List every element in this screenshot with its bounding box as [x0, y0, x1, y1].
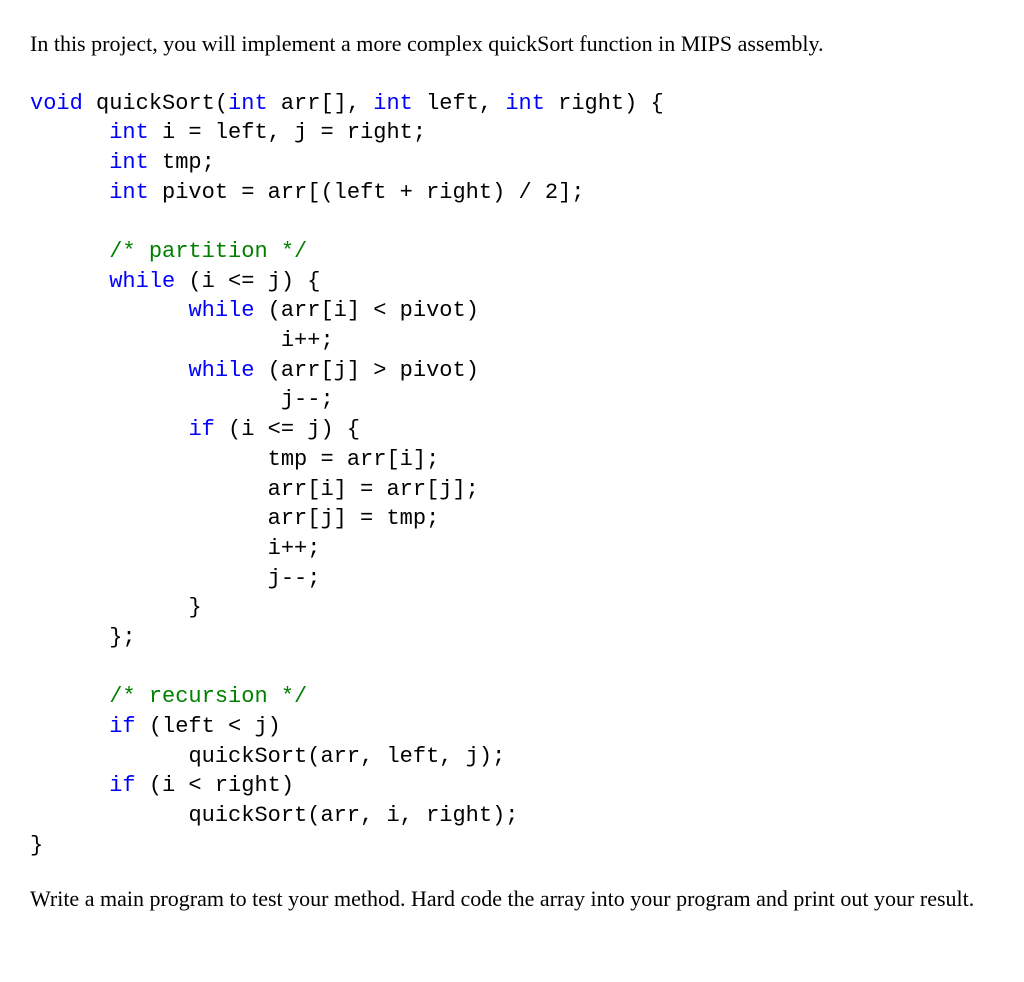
code-line-13: tmp = arr[i]; — [30, 447, 439, 472]
code-text: right) { — [545, 91, 664, 116]
code-text: j--; — [281, 387, 334, 412]
indent — [30, 269, 109, 294]
code-text: tmp; — [149, 150, 215, 175]
code-text: (arr[j] > pivot) — [254, 358, 478, 383]
code-text: arr[i] = arr[j]; — [268, 477, 479, 502]
indent — [30, 536, 268, 561]
indent — [30, 714, 109, 739]
keyword-if: if — [188, 417, 214, 442]
code-text: arr[], — [268, 91, 374, 116]
indent — [30, 239, 109, 264]
code-line-03: int tmp; — [30, 150, 215, 175]
keyword-int: int — [109, 180, 149, 205]
keyword-int: int — [109, 120, 149, 145]
code-text: (i < right) — [136, 773, 294, 798]
code-line-09: i++; — [30, 328, 334, 353]
code-line-10: while (arr[j] > pivot) — [30, 358, 479, 383]
keyword-int: int — [505, 91, 545, 116]
code-line-25: quickSort(arr, i, right); — [30, 803, 519, 828]
code-text: quickSort(arr, i, right); — [188, 803, 518, 828]
code-line-01: void quickSort(int arr[], int left, int … — [30, 91, 664, 116]
code-line-14: arr[i] = arr[j]; — [30, 477, 479, 502]
code-text: pivot = arr[(left + right) / 2]; — [149, 180, 585, 205]
code-line-23: quickSort(arr, left, j); — [30, 744, 505, 769]
code-text: }; — [109, 625, 135, 650]
code-line-24: if (i < right) — [30, 773, 294, 798]
indent — [30, 684, 109, 709]
indent — [30, 803, 188, 828]
indent — [30, 328, 281, 353]
indent — [30, 506, 268, 531]
code-line-16: i++; — [30, 536, 320, 561]
code-line-12: if (i <= j) { — [30, 417, 360, 442]
code-text: i++; — [281, 328, 334, 353]
indent — [30, 417, 188, 442]
indent — [30, 150, 109, 175]
keyword-void: void — [30, 91, 83, 116]
code-text: (i <= j) { — [175, 269, 320, 294]
code-line-21: /* recursion */ — [30, 684, 307, 709]
indent — [30, 773, 109, 798]
comment-recursion: /* recursion */ — [109, 684, 307, 709]
code-text: left, — [413, 91, 505, 116]
indent — [30, 595, 188, 620]
code-text: (left < j) — [136, 714, 281, 739]
indent — [30, 358, 188, 383]
indent — [30, 180, 109, 205]
code-block: void quickSort(int arr[], int left, int … — [30, 89, 994, 861]
keyword-int: int — [228, 91, 268, 116]
indent — [30, 298, 188, 323]
keyword-if: if — [109, 773, 135, 798]
code-text: quickSort( — [83, 91, 228, 116]
code-line-02: int i = left, j = right; — [30, 120, 426, 145]
code-text: i = left, j = right; — [149, 120, 426, 145]
intro-text: In this project, you will implement a mo… — [30, 30, 994, 59]
indent — [30, 120, 109, 145]
keyword-while: while — [109, 269, 175, 294]
code-text: j--; — [268, 566, 321, 591]
code-text: } — [30, 833, 43, 858]
code-line-07: while (i <= j) { — [30, 269, 320, 294]
code-text: (arr[i] < pivot) — [254, 298, 478, 323]
code-text: } — [188, 595, 201, 620]
code-line-18: } — [30, 595, 202, 620]
keyword-int: int — [109, 150, 149, 175]
code-line-17: j--; — [30, 566, 320, 591]
indent — [30, 447, 268, 472]
code-line-19: }; — [30, 625, 136, 650]
indent — [30, 387, 281, 412]
code-text: i++; — [268, 536, 321, 561]
code-line-06: /* partition */ — [30, 239, 307, 264]
indent — [30, 477, 268, 502]
code-line-11: j--; — [30, 387, 334, 412]
code-line-08: while (arr[i] < pivot) — [30, 298, 479, 323]
code-text: tmp = arr[i]; — [268, 447, 440, 472]
keyword-while: while — [188, 298, 254, 323]
code-text: arr[j] = tmp; — [268, 506, 440, 531]
code-line-15: arr[j] = tmp; — [30, 506, 439, 531]
code-line-26: } — [30, 833, 43, 858]
code-line-22: if (left < j) — [30, 714, 281, 739]
keyword-int: int — [373, 91, 413, 116]
indent — [30, 744, 188, 769]
code-line-04: int pivot = arr[(left + right) / 2]; — [30, 180, 585, 205]
indent — [30, 566, 268, 591]
keyword-if: if — [109, 714, 135, 739]
outro-text: Write a main program to test your method… — [30, 885, 994, 914]
code-text: (i <= j) { — [215, 417, 360, 442]
keyword-while: while — [188, 358, 254, 383]
code-text: quickSort(arr, left, j); — [188, 744, 505, 769]
comment-partition: /* partition */ — [109, 239, 307, 264]
indent — [30, 625, 109, 650]
